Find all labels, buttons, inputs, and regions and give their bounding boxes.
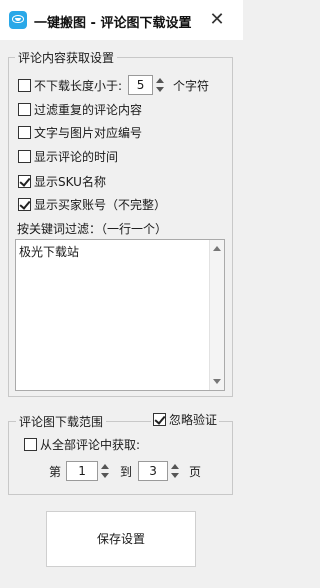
window-title: 一键搬图 - 评论图下载设置	[34, 16, 192, 31]
min-length-spinner[interactable]	[155, 75, 165, 95]
min-length-label: 不下载长度小于:	[34, 78, 123, 93]
option-dedupe-label: 过滤重复的评论内容	[34, 102, 143, 117]
option-time-label: 显示评论的时间	[34, 149, 119, 164]
scroll-up-icon[interactable]	[213, 246, 221, 251]
spin-up-icon[interactable]	[171, 464, 180, 469]
keyword-text: 极光下载站	[19, 245, 80, 259]
option-buyer-checkbox[interactable]	[18, 197, 31, 211]
option-buyer-row[interactable]: 显示买家账号（不完整）	[18, 196, 166, 212]
keyword-textarea[interactable]: 极光下载站	[15, 239, 225, 391]
option-numbering-row[interactable]: 文字与图片对应编号	[18, 124, 142, 140]
min-length-checkbox[interactable]	[18, 78, 31, 92]
option-dedupe-checkbox[interactable]	[18, 102, 31, 116]
save-settings-button[interactable]: 保存设置	[46, 511, 196, 567]
spin-up-icon[interactable]	[156, 78, 165, 83]
close-button[interactable]: ✕	[206, 10, 228, 30]
page-from-spinner[interactable]	[100, 461, 110, 481]
min-length-input[interactable]: 5	[128, 75, 154, 95]
fetch-all-checkbox[interactable]	[24, 437, 37, 451]
option-time-checkbox[interactable]	[18, 149, 31, 163]
keyword-filter-label: 按关键词过滤：（一行一个）	[17, 222, 168, 236]
scroll-down-icon[interactable]	[213, 379, 221, 384]
option-numbering-checkbox[interactable]	[18, 125, 31, 139]
page-to-input[interactable]: 3	[138, 461, 169, 481]
option-sku-row[interactable]: 显示SKU名称	[18, 173, 106, 189]
range-settings-group	[8, 421, 233, 495]
option-sku-label: 显示SKU名称	[34, 174, 106, 189]
ignore-verify-checkbox[interactable]	[153, 412, 166, 426]
fetch-all-row[interactable]: 从全部评论中获取:	[24, 436, 140, 452]
page-from-prefix: 第	[49, 464, 62, 479]
min-length-row: 不下载长度小于: 5 个字符	[18, 74, 209, 96]
option-time-row[interactable]: 显示评论的时间	[18, 148, 118, 164]
min-length-unit: 个字符	[173, 78, 210, 93]
keyword-scrollbar[interactable]	[209, 240, 224, 390]
option-numbering-label: 文字与图片对应编号	[34, 125, 143, 140]
option-buyer-label: 显示买家账号（不完整）	[34, 197, 167, 212]
fetch-all-label: 从全部评论中获取:	[40, 437, 141, 452]
option-sku-checkbox[interactable]	[18, 174, 31, 188]
page-from-input[interactable]: 1	[66, 461, 99, 481]
ignore-verify-label: 忽略验证	[169, 412, 218, 427]
spin-down-icon[interactable]	[171, 473, 180, 478]
page-to-prefix: 到	[120, 464, 133, 479]
fetch-settings-legend: 评论内容获取设置	[15, 49, 118, 66]
spin-up-icon[interactable]	[101, 464, 110, 469]
title-bar: 一键搬图 - 评论图下载设置 ✕	[0, 0, 243, 40]
option-dedupe-row[interactable]: 过滤重复的评论内容	[18, 101, 142, 117]
range-settings-legend: 评论图下载范围	[16, 413, 107, 430]
ignore-verify-row[interactable]: 忽略验证	[151, 410, 220, 428]
page-range-row: 第 1 到 3 页	[49, 460, 201, 482]
page-to-spinner[interactable]	[170, 461, 180, 481]
page-unit: 页	[189, 464, 202, 479]
app-logo-icon	[9, 11, 27, 29]
spin-down-icon[interactable]	[156, 87, 165, 92]
spin-down-icon[interactable]	[101, 473, 110, 478]
